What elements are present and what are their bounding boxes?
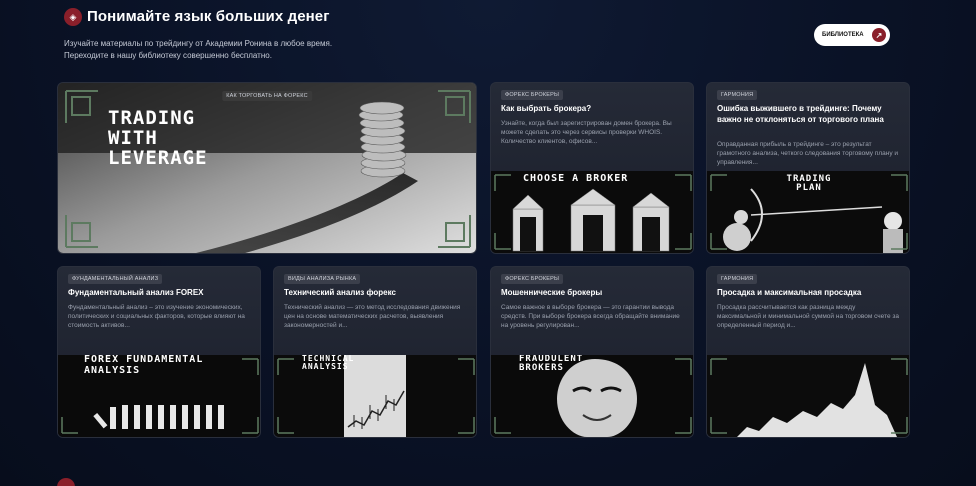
featured-image-title: TRADING WITH LEVERAGE xyxy=(108,107,208,169)
card-tag: ВИДЫ АНАЛИЗА РЫНКА xyxy=(284,274,361,284)
card-image xyxy=(707,355,909,437)
card-image: FOREX FUNDAMENTAL ANALYSIS xyxy=(58,355,260,437)
card-description: Самое важное в выборе брокера — это гара… xyxy=(501,304,680,329)
card-description: Технический анализ — это метод исследова… xyxy=(284,304,461,329)
article-card[interactable]: ФОРЕКС БРОКЕРЫ Как выбрать брокера? Узна… xyxy=(490,82,694,254)
card-tag: ФОРЕКС БРОКЕРЫ xyxy=(501,90,564,100)
card-image: TECHNICAL ANALYSIS xyxy=(274,355,476,437)
featured-title-line: TRADING xyxy=(108,107,196,129)
card-tag: ФУНДАМЕНТАЛЬНЫЙ АНАЛИЗ xyxy=(68,274,163,284)
card-image: CHOOSE A BROKER xyxy=(491,171,693,253)
article-card[interactable]: ФУНДАМЕНТАЛЬНЫЙ АНАЛИЗ Фундаментальный а… xyxy=(57,266,261,438)
card-description: Фундаментальный анализ – это изучение эк… xyxy=(68,304,245,329)
subtitle-line-1: Изучайте материалы по трейдингу от Акаде… xyxy=(64,39,333,48)
section-icon xyxy=(57,478,75,486)
featured-title-line: LEVERAGE xyxy=(108,146,208,169)
page-subtitle: Изучайте материалы по трейдингу от Акаде… xyxy=(64,38,484,62)
library-button[interactable]: БИБЛИОТЕКА ↗ xyxy=(814,24,890,46)
featured-tag: КАК ТОРГОВАТЬ НА ФОРЕКС xyxy=(222,91,312,101)
card-tag: ФОРЕКС БРОКЕРЫ xyxy=(501,274,564,284)
card-description: Оправданная прибыль в трейдинге – это ре… xyxy=(717,141,899,166)
card-image-text: FRAUDULENT BROKERS xyxy=(519,355,584,374)
card-image-text: FOREX FUNDAMENTAL ANALYSIS xyxy=(84,355,204,376)
featured-title-line: WITH xyxy=(108,126,158,149)
card-title: Как выбрать брокера? xyxy=(501,104,592,113)
card-title: Мошеннические брокеры xyxy=(501,288,603,297)
card-image-text: TRADING PLAN xyxy=(786,174,832,194)
card-title: Фундаментальный анализ FOREX xyxy=(68,288,204,297)
library-button-label: БИБЛИОТЕКА xyxy=(822,32,864,38)
card-tag: ГАРМОНИЯ xyxy=(717,274,758,284)
article-card[interactable]: ВИДЫ АНАЛИЗА РЫНКА Технический анализ фо… xyxy=(273,266,477,438)
subtitle-line-2: Переходите в нашу библиотеку совершенно … xyxy=(64,51,272,60)
arrow-icon: ↗ xyxy=(872,28,886,42)
book-icon: ◈ xyxy=(64,8,82,26)
card-image-text: CHOOSE A BROKER xyxy=(523,173,629,184)
card-title: Технический анализ форекс xyxy=(284,288,396,297)
page-title: Понимайте язык больших денег xyxy=(87,8,330,25)
article-card[interactable]: ГАРМОНИЯ Ошибка выжившего в трейдинге: П… xyxy=(706,82,910,254)
article-card[interactable]: ФОРЕКС БРОКЕРЫ Мошеннические брокеры Сам… xyxy=(490,266,694,438)
card-tag: ГАРМОНИЯ xyxy=(717,90,758,100)
card-title: Просадка и максимальная просадка xyxy=(717,288,862,297)
card-image: TRADING PLAN xyxy=(707,171,909,253)
card-image: FRAUDULENT BROKERS xyxy=(491,355,693,437)
card-title: Ошибка выжившего в трейдинге: Почему важ… xyxy=(717,104,884,124)
article-card[interactable]: ГАРМОНИЯ Просадка и максимальная просадк… xyxy=(706,266,910,438)
card-image-text: TECHNICAL ANALYSIS xyxy=(302,355,355,372)
card-description: Узнайте, когда был зарегистрирован домен… xyxy=(501,120,672,145)
featured-card[interactable]: КАК ТОРГОВАТЬ НА ФОРЕКС TRADING WITH LEV… xyxy=(57,82,477,254)
card-description: Просадка рассчитывается как разница межд… xyxy=(717,304,900,329)
